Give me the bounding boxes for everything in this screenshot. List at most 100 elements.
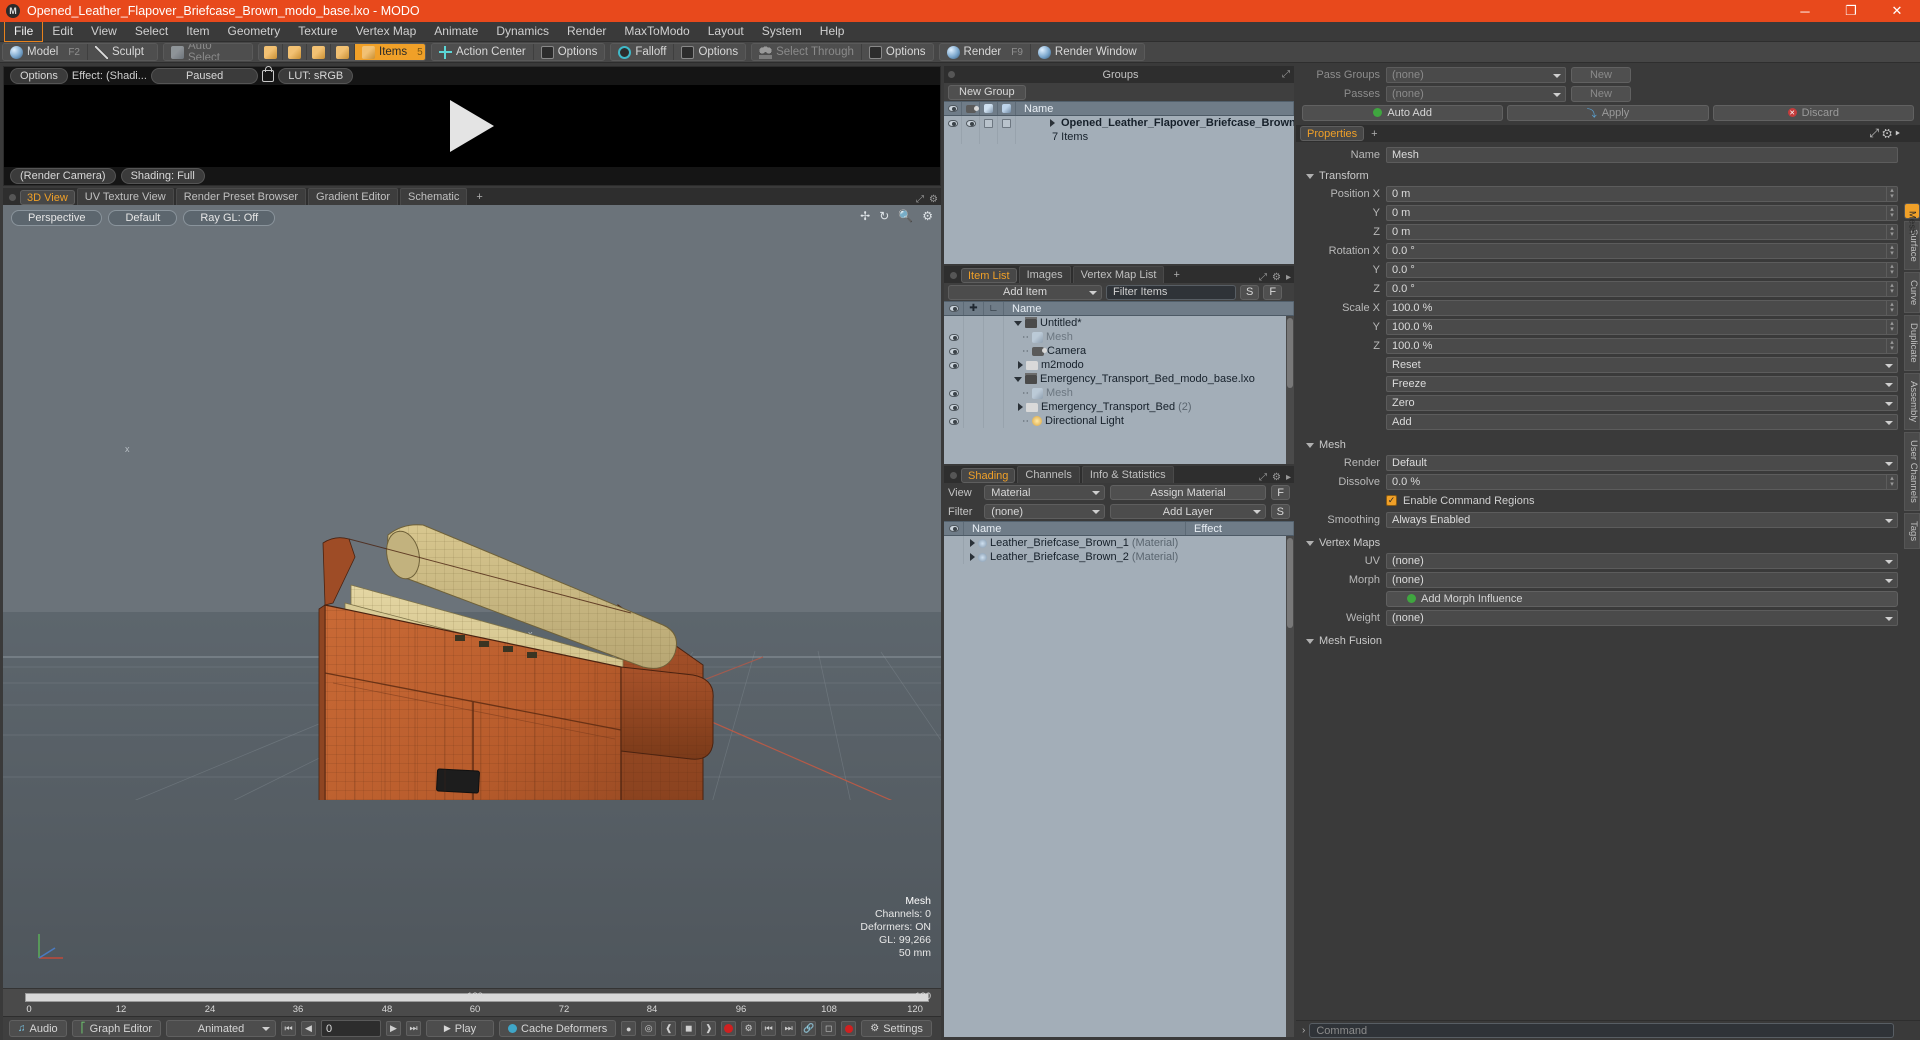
item-list-body[interactable]: Untitled* ‧‧ Mesh ‧‧ Camera m2modo Emerg… (944, 316, 1294, 464)
menu-item-texture[interactable]: Texture (289, 22, 346, 41)
scale-x-field[interactable]: 100.0 % ▴ ▾ (1386, 299, 1898, 316)
menu-item-dynamics[interactable]: Dynamics (487, 22, 558, 41)
pan-icon[interactable]: ✢ (860, 209, 870, 223)
expand-triangle-icon-mat1[interactable] (970, 539, 975, 547)
menu-item-render[interactable]: Render (558, 22, 615, 41)
menu-item-view[interactable]: View (82, 22, 126, 41)
play-button[interactable]: ▶ Play (426, 1020, 495, 1037)
item-col-lock[interactable]: ✚ (964, 302, 984, 315)
add-viewport-tab-button[interactable]: + (469, 189, 489, 205)
add-dropdown[interactable]: Add (1386, 413, 1898, 430)
row-eye-cell[interactable] (944, 344, 964, 358)
menu-item-layout[interactable]: Layout (699, 22, 753, 41)
key-set-button[interactable]: ◼ (681, 1021, 697, 1036)
add-properties-tab-button[interactable]: + (1364, 126, 1384, 142)
new-pass-group-button[interactable]: New (1571, 66, 1631, 83)
properties-expand-icon[interactable]: ⤢ (1869, 126, 1879, 140)
vtab-user-channels[interactable]: User Channels (1904, 431, 1920, 511)
raygl-button[interactable]: Ray GL: Off (183, 210, 276, 226)
row-eye-cell[interactable] (944, 414, 964, 428)
shading-expand-icon[interactable]: ⤢ (1259, 472, 1267, 483)
item-name-cell[interactable]: Emergency_Transport_Bed_modo_base.lxo (1004, 373, 1294, 385)
item-name-cell[interactable]: Untitled* (1004, 317, 1294, 329)
viewport-gear-icon[interactable]: ⚙ (922, 209, 933, 223)
row-eye-cell[interactable] (944, 316, 964, 330)
briefcase-3d-model[interactable] (3, 205, 941, 800)
list-item[interactable]: Leather_Briefcase_Brown_1 (Material) (944, 536, 1294, 550)
mesh-section-header[interactable]: Mesh (1296, 436, 1898, 454)
mesh-render-dropdown[interactable]: Default (1386, 454, 1898, 471)
auto-add-button[interactable]: Auto Add (1302, 104, 1504, 121)
tab-vertex-map-list[interactable]: Vertex Map List (1072, 266, 1165, 283)
filter-s-button[interactable]: S (1240, 284, 1260, 300)
new-group-button[interactable]: New Group (948, 84, 1026, 100)
animated-dropdown[interactable]: Animated (166, 1020, 277, 1037)
item-name-cell[interactable]: m2modo (1004, 359, 1294, 371)
reset-dropdown[interactable]: Reset (1386, 356, 1898, 373)
row-visibility-toggle[interactable] (944, 116, 962, 130)
table-row-sub[interactable]: 7 Items (944, 130, 1294, 144)
add-item-dropdown[interactable]: Add Item (948, 284, 1102, 300)
items-mode-button[interactable]: Items 5 (355, 44, 425, 60)
row-eye-cell[interactable] (944, 358, 964, 372)
expand-triangle-icon[interactable] (1050, 119, 1055, 127)
item-col-visibility[interactable] (944, 302, 964, 315)
passes-dropdown[interactable]: (none) (1386, 85, 1566, 102)
item-list-scrollbar[interactable] (1286, 316, 1294, 464)
stepper-icon-9[interactable]: ▴ ▾ (1886, 338, 1897, 353)
shading-scrollbar[interactable] (1286, 536, 1294, 1037)
render-window-button[interactable]: Render Window (1030, 44, 1144, 60)
row-move-cell[interactable] (964, 400, 984, 414)
autokey-button[interactable]: ⚙ (741, 1021, 757, 1036)
tab-uv-texture-view[interactable]: UV Texture View (76, 188, 174, 205)
menu-item-vertex-map[interactable]: Vertex Map (347, 22, 426, 41)
row-axis-cell[interactable] (984, 344, 1004, 358)
next-frame-button[interactable]: ▶ (386, 1021, 402, 1036)
zoom-icon[interactable]: 🔍 (898, 209, 913, 223)
shading-row-eye-2[interactable] (944, 550, 964, 564)
tab-shading[interactable]: Shading (961, 468, 1016, 483)
item-col-axis[interactable]: ∟ (984, 302, 1004, 315)
filter-items-input[interactable]: Filter Items (1106, 284, 1236, 300)
unlink-button[interactable]: ◻ (821, 1021, 837, 1036)
viewport-ruler[interactable]: 0 12 24 36 48 60 72 84 96 108 120 120 12… (3, 988, 941, 1016)
render-button[interactable]: Render F9 (939, 44, 1031, 60)
row-move-cell[interactable] (964, 414, 984, 428)
tab-render-preset-browser[interactable]: Render Preset Browser (175, 188, 307, 205)
vertex-maps-section-header[interactable]: Vertex Maps (1296, 534, 1898, 552)
close-button[interactable]: ✕ (1874, 0, 1920, 22)
cache-deformers-button[interactable]: Cache Deformers (499, 1020, 617, 1037)
row-eye-cell[interactable] (944, 372, 964, 386)
name-field[interactable]: Mesh (1386, 146, 1898, 163)
list-item[interactable]: Leather_Briefcase_Brown_2 (Material) (944, 550, 1294, 564)
menu-item-edit[interactable]: Edit (43, 22, 82, 41)
tab-info-statistics[interactable]: Info & Statistics (1081, 466, 1174, 483)
mesh-fusion-section-header[interactable]: Mesh Fusion (1296, 632, 1898, 650)
goto-end-button[interactable]: ⏭ (406, 1021, 422, 1036)
row-axis-cell[interactable] (984, 386, 1004, 400)
shading-s-button[interactable]: S (1270, 504, 1290, 519)
item-list-dot-icon[interactable] (950, 272, 957, 279)
list-item[interactable]: ‧‧ Mesh (944, 330, 1294, 344)
list-item[interactable]: Untitled* (944, 316, 1294, 330)
properties-gear-icon[interactable]: ⚙ (1882, 126, 1892, 140)
row-move-cell[interactable] (964, 358, 984, 372)
vtab-duplicate[interactable]: Duplicate (1904, 315, 1920, 371)
discard-button[interactable]: ✕ Discard (1712, 104, 1914, 121)
list-item[interactable]: m2modo (944, 358, 1294, 372)
zero-dropdown[interactable]: Zero (1386, 394, 1898, 411)
shading-f-button[interactable]: F (1271, 485, 1291, 500)
vtab-tags[interactable]: Tags (1904, 512, 1920, 549)
sculpt-mode-button[interactable]: Sculpt (88, 44, 157, 60)
checkbox-checked-icon[interactable]: ✓ (1386, 495, 1397, 506)
row-lock-toggle[interactable] (980, 116, 998, 130)
pass-groups-dropdown[interactable]: (none) (1386, 66, 1566, 83)
stepper-icon-4[interactable]: ▴ ▾ (1886, 243, 1897, 258)
item-name-cell[interactable]: ‧‧ Mesh (1004, 331, 1294, 344)
shading-full-button[interactable]: Shading: Full (120, 168, 205, 184)
row-eye-cell[interactable] (944, 330, 964, 344)
range-start-button[interactable]: ⏮ (761, 1021, 777, 1036)
col-visibility-icon[interactable] (944, 102, 962, 115)
menu-item-system[interactable]: System (753, 22, 811, 41)
assign-material-button[interactable]: Assign Material (1109, 485, 1267, 500)
